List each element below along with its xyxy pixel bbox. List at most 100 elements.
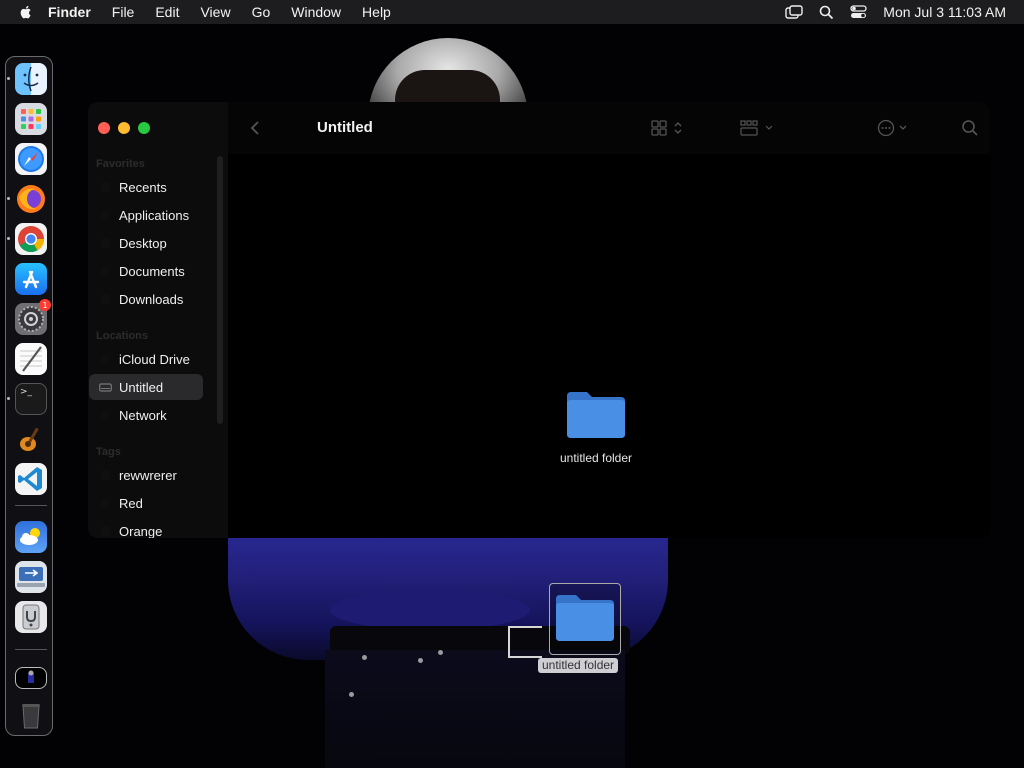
sidebar-item-documents[interactable]: Documents — [89, 258, 203, 284]
app-store-icon[interactable] — [15, 263, 47, 295]
vscode-icon[interactable] — [15, 463, 47, 495]
running-indicator — [7, 397, 10, 400]
menu-app-name[interactable]: Finder — [48, 4, 91, 20]
wallpaper-rivet — [349, 692, 354, 697]
menu-file[interactable]: File — [112, 4, 135, 20]
notification-badge: 1 — [39, 299, 51, 311]
migration-assistant-icon[interactable] — [15, 561, 47, 593]
search-icon[interactable] — [961, 116, 979, 140]
folder-name-label: untitled folder — [559, 451, 633, 465]
sidebar-item-label: Downloads — [119, 291, 184, 307]
wallpaper-shirt-fold — [330, 590, 530, 630]
sidebar-item-recents[interactable]: Recents — [89, 174, 203, 200]
sidebar-item-label: Red — [119, 495, 143, 511]
applications-icon — [98, 210, 112, 220]
finder-content-area[interactable]: untitled folder — [228, 154, 990, 538]
finder-icon[interactable] — [15, 63, 47, 95]
menu-help[interactable]: Help — [362, 4, 391, 20]
window-title: Untitled — [317, 119, 373, 136]
downloads-icon — [98, 294, 112, 304]
sidebar-item-label: Documents — [119, 263, 185, 279]
sidebar-item-label: Untitled — [119, 379, 164, 395]
sidebar-item-label: Orange — [119, 523, 163, 539]
dock: 1 >_ — [5, 56, 53, 736]
drag-connector-line — [508, 626, 542, 658]
menu-go[interactable]: Go — [252, 4, 271, 20]
menu-bar-clock[interactable]: Mon Jul 3 11:03 AM — [883, 4, 1006, 20]
menu-view[interactable]: View — [200, 4, 230, 20]
more-actions-button[interactable] — [877, 116, 911, 140]
garageband-icon[interactable] — [15, 423, 47, 455]
recents-icon — [98, 182, 112, 192]
sidebar-item-label: Recents — [119, 179, 167, 195]
safari-icon[interactable] — [15, 143, 47, 175]
menu-window[interactable]: Window — [291, 4, 341, 20]
sidebar-heading-locations: Locations — [96, 330, 148, 342]
sidebar-item-label: rewwrerer — [119, 467, 177, 483]
terminal-prompt-glyph: >_ — [20, 387, 33, 397]
icloud-icon — [98, 354, 112, 364]
sidebar-scrollbar[interactable] — [217, 156, 223, 424]
back-chevron-icon[interactable] — [250, 116, 260, 140]
desktop-icon — [98, 238, 112, 248]
desktop-folder-item[interactable] — [549, 583, 621, 655]
launchpad-icon[interactable] — [15, 103, 47, 135]
tag-dot-icon — [98, 498, 112, 508]
sidebar-item-network[interactable]: Network — [89, 402, 203, 428]
minimize-window-button[interactable] — [118, 122, 130, 134]
sidebar-item-icloud-drive[interactable]: iCloud Drive — [89, 346, 203, 372]
view-mode-button[interactable] — [651, 116, 685, 140]
terminal-icon[interactable]: >_ — [15, 383, 47, 415]
firefox-icon[interactable] — [15, 183, 47, 215]
system-settings-icon[interactable]: 1 — [15, 299, 51, 335]
menu-edit[interactable]: Edit — [155, 4, 179, 20]
folder-icon — [554, 591, 616, 648]
finder-sidebar: Favorites Recents Applications Desktop D… — [88, 102, 228, 538]
sidebar-heading-tags: Tags — [96, 446, 121, 458]
sidebar-item-label: Desktop — [119, 235, 167, 251]
trash-icon[interactable] — [15, 699, 47, 731]
folder-item[interactable]: untitled folder — [541, 388, 651, 465]
finder-toolbar: Untitled — [228, 102, 990, 154]
apple-menu-icon[interactable] — [18, 4, 34, 20]
wallpaper-rivet — [438, 650, 443, 655]
sidebar-heading-favorites: Favorites — [96, 158, 145, 170]
weather-icon[interactable] — [15, 521, 47, 553]
group-by-button[interactable] — [740, 116, 776, 140]
sidebar-item-label: Applications — [119, 207, 190, 223]
dock-separator — [15, 649, 47, 650]
menu-bar-extras: Mon Jul 3 11:03 AM — [785, 0, 1006, 24]
documents-icon — [98, 266, 112, 276]
wallpaper-rivet — [362, 655, 367, 660]
menu-bar: Finder File Edit View Go Window Help Mon… — [0, 0, 1024, 24]
desktop-folder-name-label: untitled folder — [538, 658, 619, 673]
desktop-thumbnail-icon[interactable] — [15, 667, 47, 689]
sidebar-item-desktop[interactable]: Desktop — [89, 230, 203, 256]
running-indicator — [7, 197, 10, 200]
close-window-button[interactable] — [98, 122, 110, 134]
sidebar-item-label: Network — [119, 407, 167, 423]
sidebar-item-tag-red[interactable]: Red — [89, 490, 203, 516]
zoom-window-button[interactable] — [138, 122, 150, 134]
chrome-icon[interactable] — [15, 223, 47, 255]
sidebar-item-label: iCloud Drive — [119, 351, 190, 367]
sidebar-item-untitled[interactable]: Untitled — [89, 374, 203, 400]
tag-dot-icon — [98, 470, 112, 480]
screen-mirroring-icon[interactable] — [785, 5, 803, 19]
disk-utility-icon[interactable] — [15, 601, 47, 633]
sidebar-item-applications[interactable]: Applications — [89, 202, 203, 228]
running-indicator — [7, 77, 10, 80]
textedit-icon[interactable] — [15, 343, 47, 375]
finder-window: Favorites Recents Applications Desktop D… — [88, 102, 990, 538]
sidebar-item-downloads[interactable]: Downloads — [89, 286, 203, 312]
sidebar-item-tag-orange[interactable]: Orange — [89, 518, 203, 538]
spotlight-search-icon[interactable] — [819, 5, 834, 20]
dock-separator — [15, 505, 47, 506]
folder-icon — [565, 388, 627, 445]
control-center-icon[interactable] — [850, 5, 867, 19]
wallpaper-rivet — [418, 658, 423, 663]
network-icon — [98, 410, 112, 420]
external-drive-icon — [98, 382, 112, 392]
sidebar-item-tag-rewwrerer[interactable]: rewwrerer — [89, 462, 203, 488]
running-indicator — [7, 237, 10, 240]
